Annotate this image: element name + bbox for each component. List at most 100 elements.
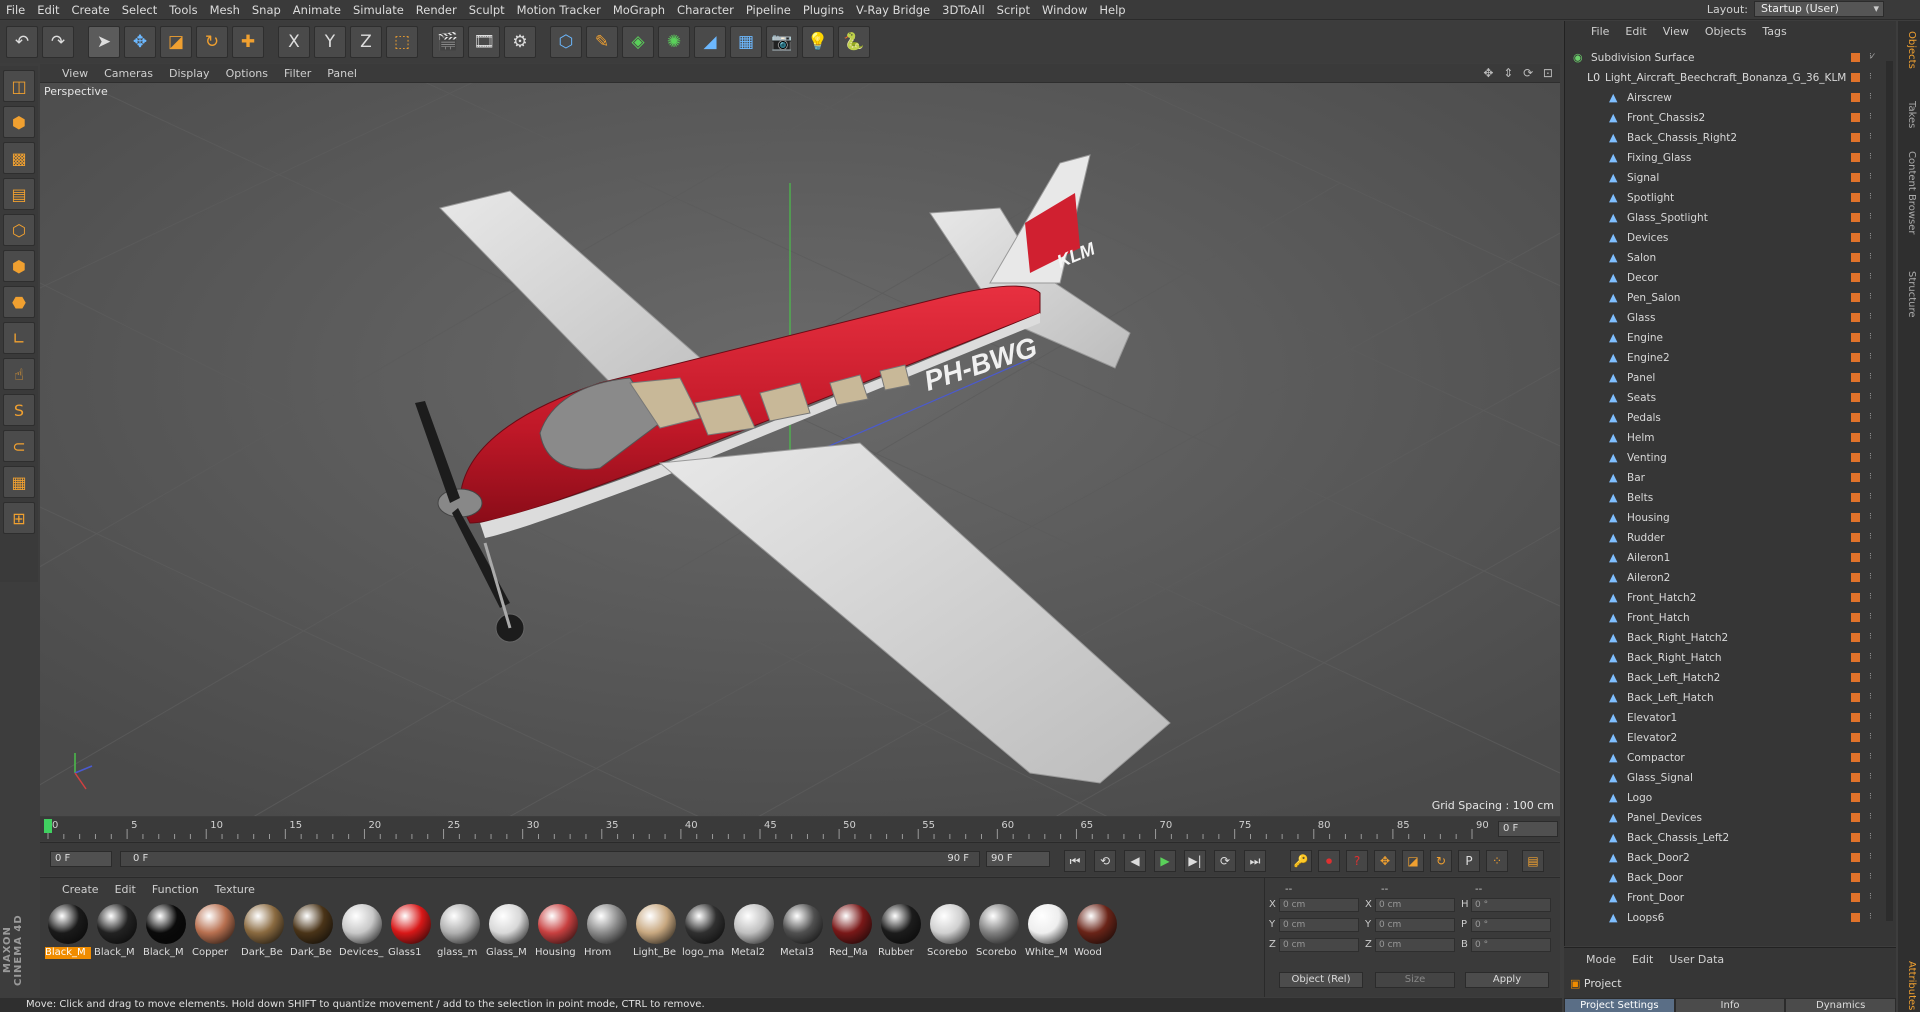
object-row[interactable]: ▲ Back_Door ⁝	[1565, 868, 1887, 888]
visibility-dots-icon[interactable]: ⁝	[1869, 392, 1872, 402]
menu-item-pipeline[interactable]: Pipeline	[740, 3, 797, 17]
object-row[interactable]: ▲ Back_Right_Hatch2 ⁝	[1565, 628, 1887, 648]
object-row[interactable]: ▲ Back_Left_Hatch ⁝	[1565, 688, 1887, 708]
material-tag-icon[interactable]	[1851, 653, 1860, 662]
render-view-icon[interactable]: 🎬	[432, 26, 464, 58]
x-axis-icon[interactable]: X	[278, 26, 310, 58]
material-tag-icon[interactable]	[1851, 693, 1860, 702]
next-frame-button[interactable]: ▶|	[1184, 850, 1206, 872]
side-tab-objects[interactable]: Objects	[1901, 31, 1917, 69]
edges-mode-icon[interactable]: ⬢	[3, 250, 35, 282]
object-row[interactable]: ▲ Elevator1 ⁝	[1565, 708, 1887, 728]
material-tag-icon[interactable]	[1851, 873, 1860, 882]
object-row[interactable]: ◉ Subdivision Surface ⁝ ✓	[1565, 48, 1887, 68]
material-tag-icon[interactable]	[1851, 813, 1860, 822]
menu-item-help[interactable]: Help	[1093, 3, 1131, 17]
viewport-menu-panel[interactable]: Panel	[319, 67, 365, 80]
material-tag-icon[interactable]	[1851, 793, 1860, 802]
menu-item-window[interactable]: Window	[1036, 3, 1093, 17]
visibility-dots-icon[interactable]: ⁝	[1869, 432, 1872, 442]
tab-project-settings[interactable]: Project Settings	[1564, 998, 1675, 1012]
material-tag-icon[interactable]	[1851, 613, 1860, 622]
redo-icon[interactable]: ↷	[42, 26, 74, 58]
visibility-dots-icon[interactable]: ⁝	[1869, 352, 1872, 362]
object-row[interactable]: ▲ Back_Door2 ⁝	[1565, 848, 1887, 868]
material-menu-texture[interactable]: Texture	[207, 883, 263, 896]
material-swatch[interactable]: Housing	[534, 902, 582, 960]
menu-item-motion-tracker[interactable]: Motion Tracker	[511, 3, 607, 17]
object-row[interactable]: ▲ Back_Right_Hatch ⁝	[1565, 648, 1887, 668]
next-key-button[interactable]: ⟳	[1214, 850, 1236, 872]
visibility-dots-icon[interactable]: ⁝	[1869, 632, 1872, 642]
coord-field-h[interactable]: 0 °	[1471, 898, 1551, 912]
material-swatch[interactable]: glass_m	[436, 902, 484, 960]
object-row[interactable]: ▲ Logo ⁝	[1565, 788, 1887, 808]
material-swatch[interactable]: Glass_M	[485, 902, 533, 960]
select-arrow-icon[interactable]: ➤	[88, 26, 120, 58]
visibility-dots-icon[interactable]: ⁝	[1869, 492, 1872, 502]
coord-field-z[interactable]: 0 cm	[1279, 938, 1359, 952]
material-tag-icon[interactable]	[1851, 773, 1860, 782]
polygons-mode-icon[interactable]: ⬣	[3, 286, 35, 318]
material-swatch[interactable]: Glass1	[387, 902, 435, 960]
material-tag-icon[interactable]	[1851, 633, 1860, 642]
coord-field-y[interactable]: 0 cm	[1375, 918, 1455, 932]
menu-item-mesh[interactable]: Mesh	[204, 3, 246, 17]
material-tag-icon[interactable]	[1851, 93, 1860, 102]
visibility-dots-icon[interactable]: ⁝	[1869, 372, 1872, 382]
viewport-menu-display[interactable]: Display	[161, 67, 218, 80]
material-tag-icon[interactable]	[1851, 453, 1860, 462]
visibility-dots-icon[interactable]: ⁝	[1869, 752, 1872, 762]
menu-item-select[interactable]: Select	[116, 3, 163, 17]
floor-icon[interactable]: ▦	[730, 26, 762, 58]
material-swatch[interactable]: Dark_Be	[240, 902, 288, 960]
menu-item-create[interactable]: Create	[66, 3, 116, 17]
object-row[interactable]: ▲ Elevator2 ⁝	[1565, 728, 1887, 748]
object-row[interactable]: ▲ Panel ⁝	[1565, 368, 1887, 388]
object-row[interactable]: ▲ Engine2 ⁝	[1565, 348, 1887, 368]
object-row[interactable]: ▲ Venting ⁝	[1565, 448, 1887, 468]
visibility-dots-icon[interactable]: ⁝	[1869, 892, 1872, 902]
auto-key-button[interactable]: ?	[1346, 850, 1368, 872]
material-tag-icon[interactable]	[1851, 753, 1860, 762]
check-icon[interactable]: ✓	[1869, 52, 1877, 62]
current-frame-field[interactable]: 0 F	[50, 851, 112, 867]
material-tag-icon[interactable]	[1851, 73, 1860, 82]
menu-item-v-ray-bridge[interactable]: V-Ray Bridge	[850, 3, 936, 17]
material-swatch[interactable]: logo_ma	[681, 902, 729, 960]
material-tag-icon[interactable]	[1851, 253, 1860, 262]
material-swatch[interactable]: Black_M	[93, 902, 141, 960]
attribute-menu-user-data[interactable]: User Data	[1661, 953, 1732, 966]
playhead[interactable]	[44, 819, 52, 833]
material-tag-icon[interactable]	[1851, 353, 1860, 362]
prev-frame-button[interactable]: ◀	[1124, 850, 1146, 872]
move-icon[interactable]: ✥	[124, 26, 156, 58]
menu-item-3dtoall[interactable]: 3DToAll	[936, 3, 991, 17]
python-icon[interactable]: 🐍	[838, 26, 870, 58]
material-tag-icon[interactable]	[1851, 913, 1860, 922]
visibility-dots-icon[interactable]: ⁝	[1869, 212, 1872, 222]
visibility-dots-icon[interactable]: ⁝	[1869, 72, 1872, 82]
visibility-dots-icon[interactable]: ⁝	[1869, 532, 1872, 542]
render-settings-icon[interactable]: ⚙	[504, 26, 536, 58]
visibility-dots-icon[interactable]: ⁝	[1869, 812, 1872, 822]
object-mode-icon[interactable]: ⬢	[3, 106, 35, 138]
object-row[interactable]: ▲ Back_Chassis_Left2 ⁝	[1565, 828, 1887, 848]
material-tag-icon[interactable]	[1851, 713, 1860, 722]
key-rotation-button[interactable]: ↻	[1430, 850, 1452, 872]
material-tag-icon[interactable]	[1851, 573, 1860, 582]
material-swatch[interactable]: Black_M	[44, 902, 92, 960]
rotate-icon[interactable]: ↻	[196, 26, 228, 58]
deformer-icon[interactable]: ◢	[694, 26, 726, 58]
material-tag-icon[interactable]	[1851, 153, 1860, 162]
timeline-end-field[interactable]: 0 F	[1498, 821, 1558, 837]
menu-item-edit[interactable]: Edit	[31, 3, 65, 17]
object-row[interactable]: ▲ Front_Hatch2 ⁝	[1565, 588, 1887, 608]
coord-field-y[interactable]: 0 cm	[1279, 918, 1359, 932]
tab-info[interactable]: Info	[1674, 998, 1786, 1012]
material-tag-icon[interactable]	[1851, 833, 1860, 842]
pen-icon[interactable]: ✎	[586, 26, 618, 58]
coord-field-b[interactable]: 0 °	[1471, 938, 1551, 952]
object-row[interactable]: ▲ Belts ⁝	[1565, 488, 1887, 508]
tweak-icon[interactable]: ☝	[3, 358, 35, 390]
